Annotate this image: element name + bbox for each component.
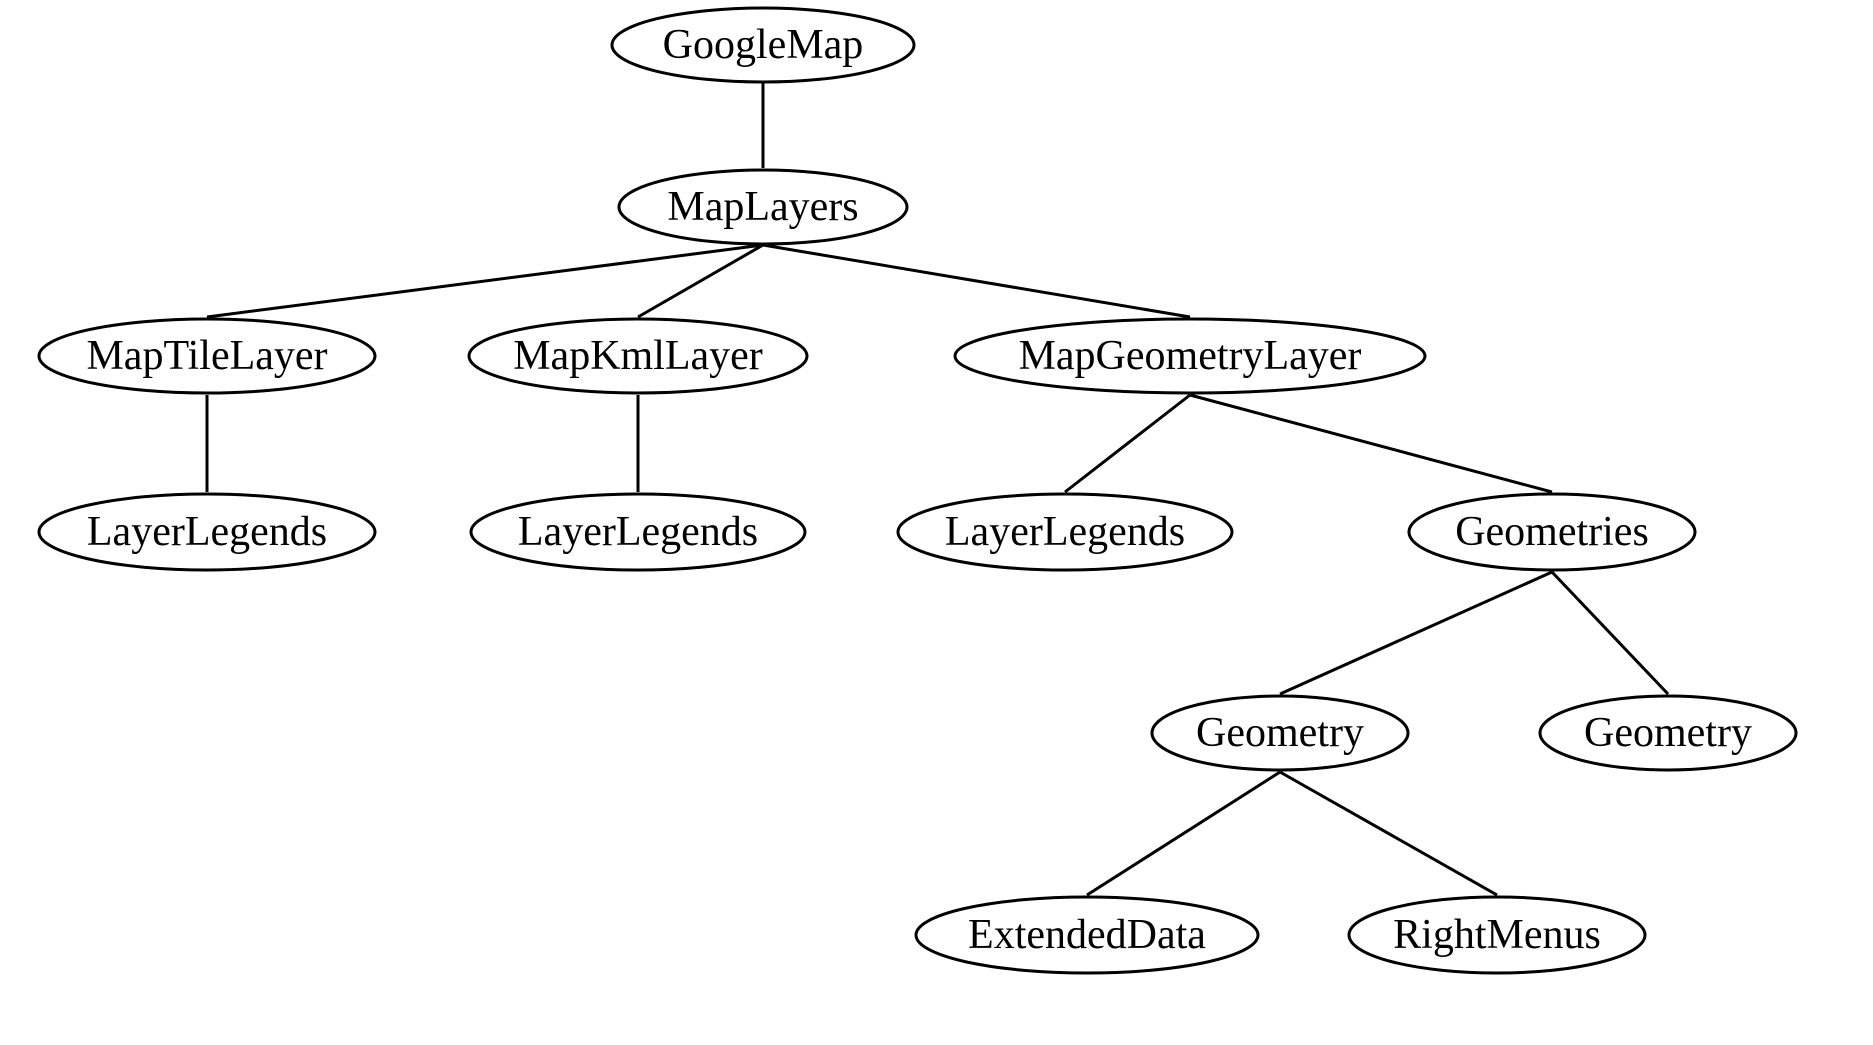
node-label: LayerLegends [518,508,758,556]
node-geometry-1: Geometry [1150,694,1410,772]
node-layerlegends-2: LayerLegends [469,492,807,572]
node-label: GoogleMap [663,21,864,69]
node-maptilelayer: MapTileLayer [37,317,377,395]
node-label: MapGeometryLayer [1019,332,1362,380]
node-label: Geometry [1196,709,1364,757]
node-googlemap: GoogleMap [610,6,916,84]
node-geometries: Geometries [1407,492,1697,572]
node-label: RightMenus [1393,911,1601,959]
node-extendeddata: ExtendedData [914,895,1260,975]
node-layerlegends-3: LayerLegends [896,492,1234,572]
node-geometry-2: Geometry [1538,694,1798,772]
node-label: Geometries [1455,508,1649,556]
node-layerlegends-1: LayerLegends [37,492,377,572]
node-label: ExtendedData [968,911,1206,959]
node-mapkmllayer: MapKmlLayer [467,317,809,395]
node-rightmenus: RightMenus [1347,895,1647,975]
node-label: MapTileLayer [86,332,327,380]
node-label: MapLayers [667,183,858,231]
node-label: MapKmlLayer [513,332,763,380]
node-label: Geometry [1584,709,1752,757]
node-label: LayerLegends [87,508,327,556]
node-label: LayerLegends [945,508,1185,556]
node-mapgeometrylayer: MapGeometryLayer [953,317,1427,395]
node-maplayers: MapLayers [617,168,909,246]
